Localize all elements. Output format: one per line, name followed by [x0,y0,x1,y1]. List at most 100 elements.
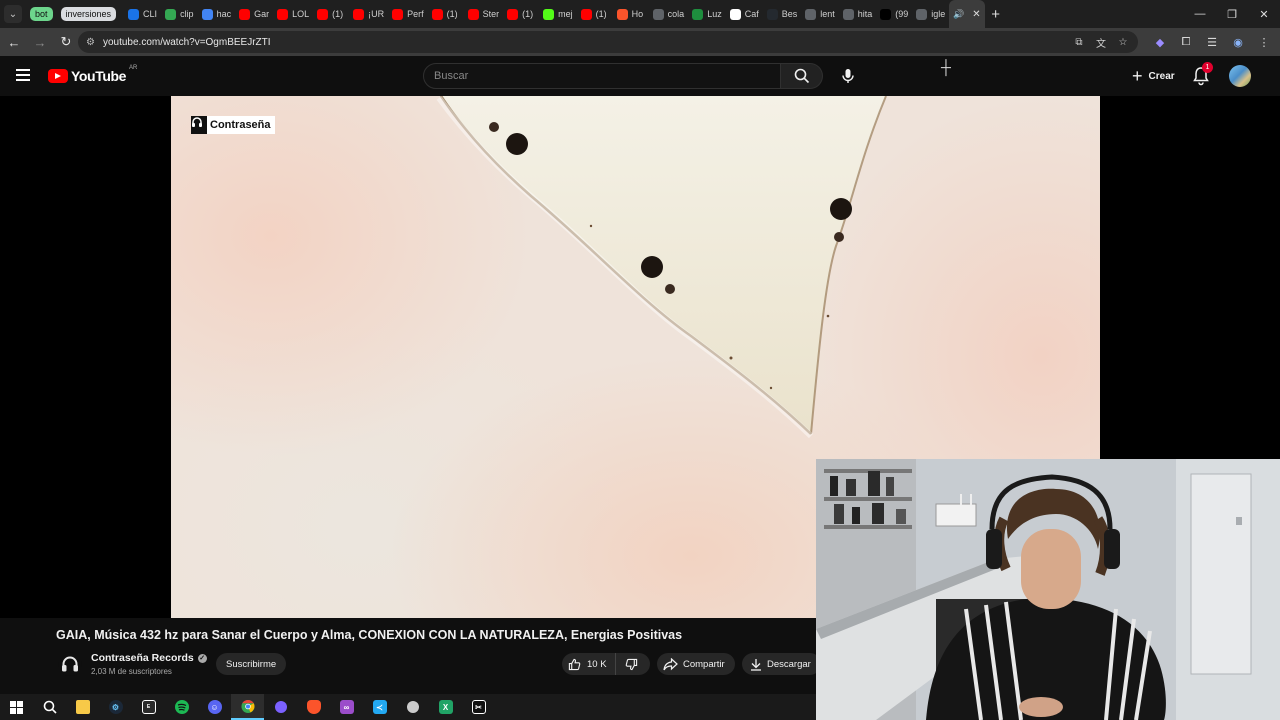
taskbar-app[interactable] [66,694,99,720]
youtube-logo[interactable]: YouTube AR [48,65,137,84]
tiktok-icon [880,8,892,20]
share-button[interactable]: Compartir [657,653,735,675]
browser-tab[interactable]: CLI [124,0,161,28]
open-in-app-icon[interactable]: ⧉ [1072,34,1086,50]
browser-menu-icon[interactable]: ⋮ [1254,31,1274,53]
channel-watermark[interactable]: Contraseña [191,116,275,134]
taskbar-app[interactable]: E [132,694,165,720]
browser-tab[interactable]: (1) [313,0,349,28]
menu-icon[interactable] [16,69,30,81]
steam-icon: ⚙ [108,700,123,714]
browser-tab[interactable]: clip [161,0,198,28]
youtube-icon [467,8,479,20]
bookmark-star-icon[interactable]: ☆ [1116,34,1130,50]
plus-icon: + [1132,66,1143,86]
dislike-button[interactable] [616,653,647,675]
browser-tab[interactable]: (1) [577,0,613,28]
browser-tab[interactable]: (1) [503,0,539,28]
tab-list-icon[interactable]: ☰ [1202,31,1222,53]
tab-label: Ho [631,9,644,19]
app-icon [692,8,704,20]
profile-icon[interactable]: ◉ [1228,31,1248,53]
browser-tab[interactable]: (1) [428,0,464,28]
video-title: GAIA, Música 432 hz para Sanar el Cuerpo… [56,628,683,642]
browser-tab[interactable]: Ster [464,0,504,28]
google-icon [842,8,854,20]
browser-tab[interactable]: Luz [688,0,726,28]
reload-icon[interactable]: ↻ [54,30,78,54]
tab-group-bot[interactable]: bot [30,7,53,21]
notifications-button[interactable]: 1 [1190,62,1213,87]
download-button[interactable]: Descargar [742,653,821,675]
minimize-icon[interactable]: — [1184,0,1216,28]
translate-icon[interactable]: 文 [1094,34,1108,50]
browser-tab[interactable]: LOL [273,0,313,28]
browser-tab[interactable]: hac [198,0,236,28]
taskbar-app[interactable] [264,694,297,720]
browser-tab[interactable]: hita [839,0,877,28]
tab-label: (1) [332,9,344,19]
close-window-icon[interactable]: ✕ [1248,0,1280,28]
url-text[interactable]: youtube.com/watch?v=OgmBEEJrZTI [103,37,271,48]
browser-tab[interactable]: Gar [235,0,273,28]
browser-tab[interactable]: Bes [763,0,802,28]
address-bar[interactable]: ⚙ youtube.com/watch?v=OgmBEEJrZTI ⧉ 文 ☆ [78,31,1138,53]
new-tab-button[interactable]: + [991,6,1000,23]
youtube-icon [392,8,404,20]
taskbar-app[interactable] [0,694,33,720]
taskbar-app[interactable]: ≺ [363,694,396,720]
browser-tab[interactable]: mej [539,0,577,28]
account-avatar[interactable] [1229,65,1251,87]
taskbar-app[interactable]: ⚙ [99,694,132,720]
spotify-icon [174,700,189,714]
browser-tab[interactable]: cola [649,0,689,28]
notification-badge: 1 [1202,62,1213,73]
restore-icon[interactable]: ❐ [1216,0,1248,28]
browser-tab[interactable]: lent [801,0,839,28]
google-drive-icon [165,8,177,20]
taskbar-app[interactable] [33,694,66,720]
taskbar-app[interactable]: ☺ [198,694,231,720]
browser-tab[interactable]: Caf [726,0,763,28]
site-info-icon[interactable]: ⚙ [86,37,95,48]
taskbar-app[interactable] [165,694,198,720]
thumbs-down-icon [625,658,637,670]
channel-avatar[interactable] [58,652,82,676]
like-button[interactable]: 10 K [562,653,616,675]
search-icon [794,68,809,84]
speaker-icon[interactable]: 🔊 [953,9,964,20]
browser-tab[interactable]: Ho [613,0,649,28]
taskbar-app[interactable] [231,694,264,720]
browser-tab[interactable]: ¡UR [349,0,388,28]
tab-group-inversiones[interactable]: inversiones [60,7,117,21]
taskbar-app[interactable] [297,694,330,720]
tab-active[interactable]: 🔊 ✕ [949,0,986,28]
search-button[interactable] [781,63,823,89]
browser-tab[interactable]: (99 [876,0,912,28]
youtube-icon [507,8,519,20]
tab-label: (1) [446,9,458,19]
close-tab-icon[interactable]: ✕ [972,9,980,20]
taskbar-app[interactable]: X [429,694,462,720]
forward-arrow-icon[interactable]: → [28,30,52,54]
discord-icon: ☺ [207,700,222,714]
browser-tab[interactable]: igle [912,0,949,28]
search-box [423,63,781,89]
back-arrow-icon[interactable]: ← [2,30,26,54]
taskbar-app[interactable]: ∞ [330,694,363,720]
vscode-icon: ≺ [372,700,387,714]
browser-tab[interactable]: Perf [388,0,428,28]
taskbar-app[interactable]: ✂ [462,694,495,720]
file-explorer-icon [75,700,90,714]
create-button[interactable]: + Crear [1124,63,1183,89]
taskbar-app[interactable] [396,694,429,720]
like-dislike-group: 10 K [562,653,650,675]
extension-icon[interactable]: ◆ [1150,31,1170,53]
search-input[interactable] [434,70,780,82]
subscribe-button[interactable]: Suscribirme [216,653,287,675]
voice-search-button[interactable] [835,63,861,89]
extensions-puzzle-icon[interactable]: ⧠ [1176,31,1196,53]
tab-search-icon[interactable]: ⌄ [4,5,22,23]
channel-name-link[interactable]: Contraseña Records ✓ [91,652,207,664]
tab-label: Perf [407,9,424,19]
